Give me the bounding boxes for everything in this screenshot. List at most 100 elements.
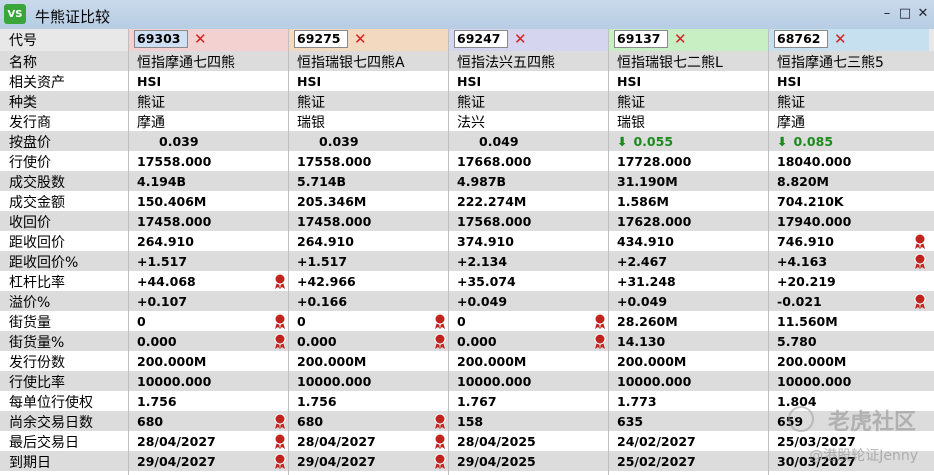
- cell-value: 10000.000: [137, 374, 212, 389]
- code-input[interactable]: 69247: [454, 30, 508, 48]
- cell-value: +4.163: [777, 254, 828, 269]
- column-divider: [288, 29, 289, 475]
- cell-value: 200.000M: [617, 354, 687, 369]
- table-row: 相关资产 HSI HSI HSI HSI HSI: [0, 71, 934, 91]
- table-cell: +0.049: [449, 291, 609, 311]
- table-cell: 0.039: [289, 131, 449, 151]
- award-ribbon-icon: [433, 453, 447, 469]
- cell-value: 0: [137, 314, 146, 329]
- table-cell: 1.586M: [609, 191, 769, 211]
- row-label: 按盘价: [9, 135, 51, 151]
- code-input[interactable]: 68762: [774, 30, 828, 48]
- cell-content: ⬇ 0.085: [777, 134, 833, 149]
- code-cell: 69303 ✕: [129, 29, 289, 51]
- table-row: 种类 熊证 熊证 熊证 熊证 熊证: [0, 91, 934, 111]
- cell-value: 28.260M: [617, 314, 678, 329]
- table-cell: 17628.000: [609, 211, 769, 231]
- table-row: 杠杆比率 +44.068 +42.966 +35.074 +31.248 +20.219: [0, 271, 934, 291]
- cell-value: 17728.000: [617, 154, 692, 169]
- table-cell: 10000.000: [769, 371, 929, 391]
- cell-value: +31.248: [617, 274, 676, 289]
- minimize-button[interactable]: –: [879, 4, 895, 22]
- cell-value: 法兴: [457, 115, 485, 131]
- table-cell: 10000.000: [289, 371, 449, 391]
- table-row: 行使价 17558.000 17558.000 17668.000 17728.000 1…: [0, 151, 934, 171]
- award-ribbon-icon: [273, 313, 287, 329]
- maximize-button[interactable]: □: [897, 4, 913, 22]
- table-cell: 25/02/2027: [609, 451, 769, 471]
- table-cell: +4.163: [769, 251, 929, 271]
- remove-icon[interactable]: ✕: [674, 30, 687, 48]
- code-input[interactable]: 69303: [134, 30, 188, 48]
- table-cell: 0.000: [449, 331, 609, 351]
- column-divider: [128, 29, 129, 475]
- table-cell: 31.190M: [609, 171, 769, 191]
- table-row: 到期日 29/04/2027 29/04/2027 29/04/2025 25/02/2…: [0, 451, 934, 471]
- row-label: 代号: [9, 33, 37, 49]
- cell-value: 29/04/2025: [457, 454, 536, 469]
- table-cell: 200.000M: [289, 351, 449, 371]
- cell-value: 200.000M: [457, 354, 527, 369]
- table-cell: -0.021: [769, 291, 929, 311]
- table-cell: 17458.000: [289, 211, 449, 231]
- table-cell: 0.039: [129, 131, 289, 151]
- table-cell: 恒指摩通七四熊: [129, 51, 289, 71]
- award-ribbon-icon: [433, 433, 447, 449]
- cell-value: 1.756: [297, 394, 337, 409]
- row-label: 尚余交易日数: [9, 415, 93, 431]
- window-title: 牛熊证比较: [35, 8, 111, 26]
- award-ribbon-icon: [913, 293, 927, 309]
- cell-value: 0: [297, 314, 306, 329]
- cell-value: +0.049: [617, 294, 668, 309]
- cell-value: 17558.000: [297, 154, 372, 169]
- cell-value: 222.274M: [457, 194, 527, 209]
- row-label: 溢价%: [9, 295, 51, 311]
- close-button[interactable]: ✕: [915, 4, 931, 22]
- table-cell: 瑞银: [609, 111, 769, 131]
- table-cell: 200.000M: [609, 351, 769, 371]
- cell-value: 0.085: [793, 134, 834, 149]
- table-cell: 4.194B: [129, 171, 289, 191]
- cell-value: 0: [457, 314, 466, 329]
- table-row: 街货量 0 0 0 28.260M 11.560M: [0, 311, 934, 331]
- row-label: 成交金额: [9, 195, 65, 211]
- table-cell: 5.714B: [289, 171, 449, 191]
- remove-icon[interactable]: ✕: [354, 30, 367, 48]
- code-input[interactable]: 69137: [614, 30, 668, 48]
- cell-value: 10000.000: [777, 374, 852, 389]
- table-cell: 434.910: [609, 231, 769, 251]
- table-cell: 17458.000: [129, 211, 289, 231]
- column-divider: [608, 29, 609, 475]
- table-cell: +1.517: [129, 251, 289, 271]
- cell-value: +42.966: [297, 274, 356, 289]
- code-input[interactable]: 69275: [294, 30, 348, 48]
- award-ribbon-icon: [593, 333, 607, 349]
- cell-value: +35.074: [457, 274, 516, 289]
- table-cell: 熊证: [289, 91, 449, 111]
- cell-value: 29/04/2027: [137, 454, 216, 469]
- table-cell: 瑞银: [289, 111, 449, 131]
- award-ribbon-icon: [433, 313, 447, 329]
- cell-value: 瑞银: [617, 115, 645, 131]
- table-cell: 205.346M: [289, 191, 449, 211]
- remove-icon[interactable]: ✕: [514, 30, 527, 48]
- remove-icon[interactable]: ✕: [194, 30, 207, 48]
- row-label: 每单位行使权: [9, 395, 93, 411]
- column-divider: [768, 29, 769, 475]
- cell-value: 1.773: [617, 394, 657, 409]
- table-row: 按盘价 0.039 0.039 0.049 ⬇ 0.055 ⬇ 0.085: [0, 131, 934, 151]
- cell-value: 28/04/2027: [297, 434, 376, 449]
- table-cell: 264.910: [289, 231, 449, 251]
- cell-value: 0.000: [457, 334, 497, 349]
- table-cell: +42.966: [289, 271, 449, 291]
- table-cell: 680: [289, 411, 449, 431]
- row-label: 种类: [9, 95, 37, 111]
- cell-value: 摩通: [777, 115, 805, 131]
- cell-value: 25/02/2027: [617, 454, 696, 469]
- table-row: 发行份数 200.000M 200.000M 200.000M 200.000M 200.…: [0, 351, 934, 371]
- cell-value: 1.756: [137, 394, 177, 409]
- cell-value: +2.467: [617, 254, 668, 269]
- table-cell: HSI: [609, 71, 769, 91]
- table-cell: 熊证: [609, 91, 769, 111]
- remove-icon[interactable]: ✕: [834, 30, 847, 48]
